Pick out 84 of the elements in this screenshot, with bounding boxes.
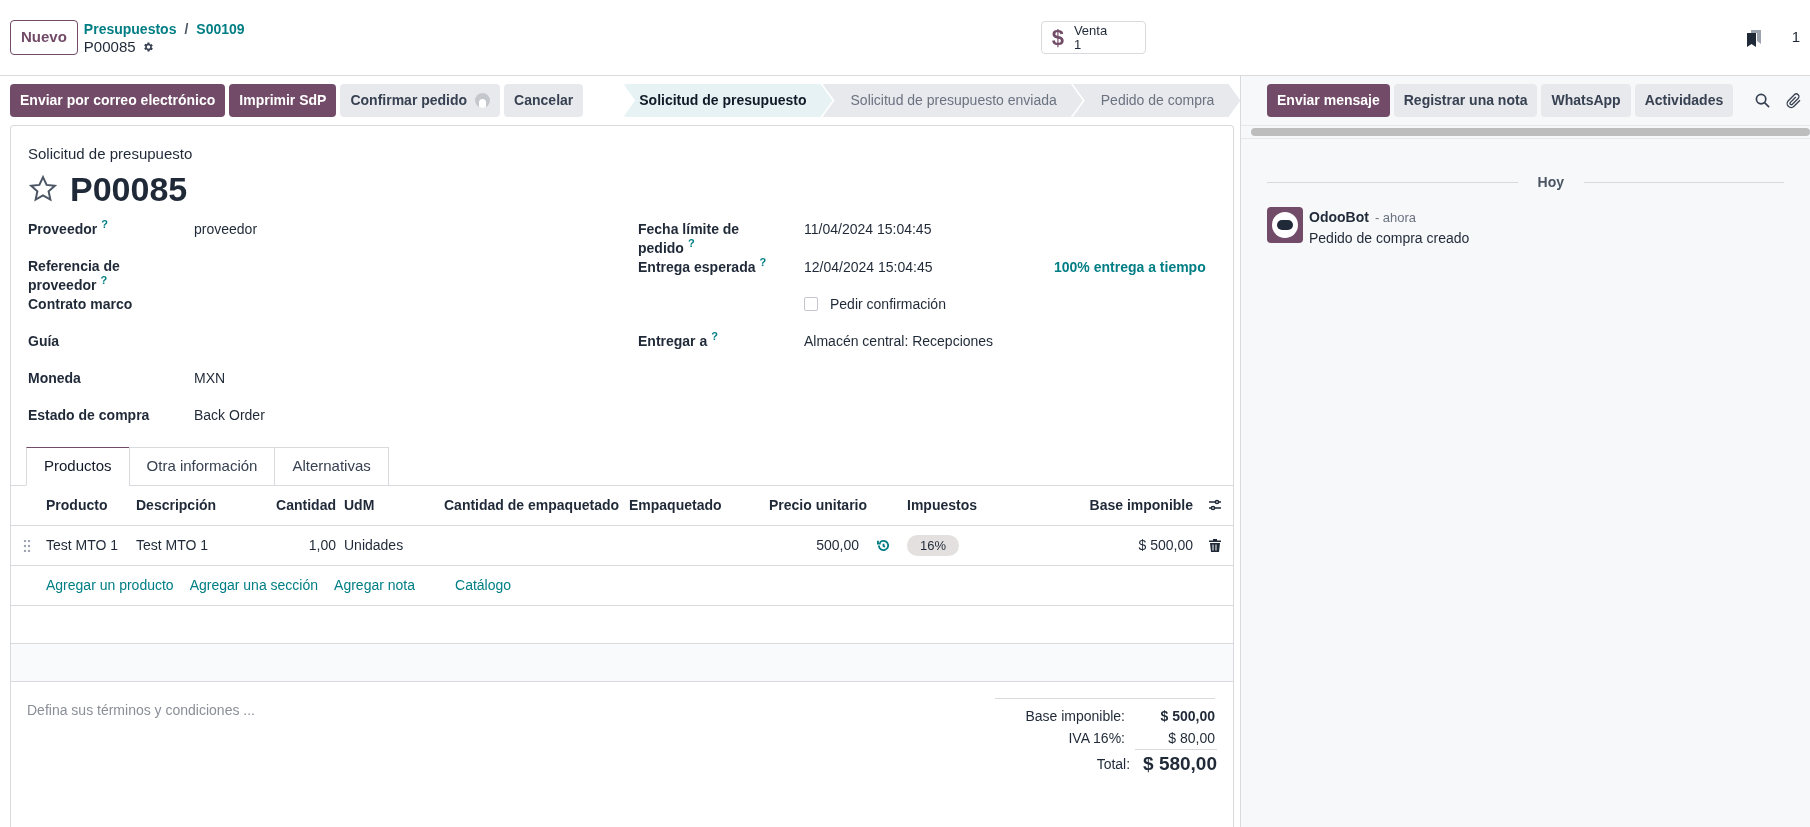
- form-subtitle: Solicitud de presupuesto: [28, 144, 194, 164]
- add-line-link[interactable]: Agregar una sección: [189, 575, 319, 596]
- total-label: IVA 16%:: [1068, 729, 1125, 748]
- action-button[interactable]: Enviar por correo electrónico: [10, 84, 226, 117]
- trash-icon[interactable]: [1209, 539, 1221, 552]
- field-value: proveedor: [194, 219, 258, 239]
- message-author: OdooBot: [1309, 208, 1369, 227]
- add-line-link[interactable]: Agregar un producto: [46, 575, 174, 596]
- total-value: $ 580,00: [1142, 752, 1217, 776]
- table-cell: 500,00: [816, 537, 859, 553]
- column-header[interactable]: UdM: [340, 485, 440, 526]
- column-header[interactable]: Producto: [42, 485, 132, 526]
- field-label: Entregar a $^{?}$: [638, 331, 719, 351]
- star-icon[interactable]: [28, 173, 58, 204]
- status-step[interactable]: Solicitud de presupuesto: [623, 84, 833, 117]
- column-header[interactable]: Impuestos: [903, 485, 1013, 526]
- action-button[interactable]: Cancelar: [504, 84, 584, 117]
- add-line-link[interactable]: Catálogo: [455, 575, 512, 596]
- new-button[interactable]: Nuevo: [10, 20, 78, 55]
- total-value: $ 80,00: [1167, 728, 1215, 748]
- column-header[interactable]: Cantidad de empaquetado: [440, 485, 625, 526]
- status-step[interactable]: Solicitud de presupuesto enviada: [822, 84, 1083, 117]
- field-label: Proveedor $^{?}$: [28, 219, 109, 239]
- column-settings-icon[interactable]: [1208, 498, 1222, 513]
- action-button[interactable]: Confirmar pedido: [340, 84, 501, 117]
- column-header[interactable]: Base imponible: [1013, 485, 1197, 526]
- breadcrumb-link[interactable]: Presupuestos: [83, 19, 177, 38]
- smart-button-count: 1: [1073, 37, 1083, 52]
- chatter-button[interactable]: WhatsApp: [1541, 84, 1631, 117]
- paperclip-icon[interactable]: [1786, 92, 1803, 109]
- field-label: Moneda: [28, 368, 82, 388]
- bot-avatar: [1267, 207, 1303, 243]
- chatter-button[interactable]: Actividades: [1634, 84, 1734, 117]
- field-value: 12/04/2024 15:04:45: [804, 257, 934, 277]
- action-button[interactable]: Imprimir SdP: [229, 84, 337, 117]
- table-cell: $ 500,00: [1138, 537, 1193, 553]
- tab[interactable]: Alternativas: [274, 446, 389, 486]
- field-label: Referencia de proveedor $^{?}$: [28, 256, 121, 295]
- tab[interactable]: Otra información: [128, 446, 276, 486]
- bookmark-icon[interactable]: [1745, 28, 1762, 47]
- table-cell: 1,00: [308, 537, 336, 553]
- tax-tag[interactable]: 16%: [907, 534, 960, 557]
- table-cell: Test MTO 1: [46, 537, 119, 553]
- field-value: 11/04/2024 15:04:45: [804, 219, 933, 239]
- field-value: MXN: [194, 368, 226, 388]
- pager-count: 1: [1791, 27, 1800, 48]
- record-name: P00085: [83, 37, 136, 56]
- history-icon[interactable]: [876, 539, 890, 552]
- chatter-button[interactable]: Registrar una nota: [1393, 84, 1538, 117]
- column-header[interactable]: Cantidad: [257, 485, 340, 526]
- add-line-link[interactable]: Agregar nota: [334, 575, 415, 596]
- column-header[interactable]: Empaquetado: [625, 485, 765, 526]
- breadcrumb-link[interactable]: S00109: [196, 19, 245, 38]
- chatter-button[interactable]: Enviar mensaje: [1267, 84, 1390, 117]
- date-separator: Hoy: [1536, 173, 1565, 192]
- field-value: Almacén central: Recepciones: [804, 331, 995, 351]
- field-label: Fecha límite de pedido $^{?}$: [638, 219, 741, 258]
- column-header[interactable]: Descripción: [132, 485, 257, 526]
- smart-button-label: Venta: [1073, 23, 1108, 38]
- record-title: P00085: [70, 168, 188, 210]
- checkbox-label: Pedir confirmación: [830, 294, 946, 314]
- message-body: Pedido de compra creado: [1309, 229, 1470, 248]
- message-time: - ahora: [1374, 209, 1417, 227]
- status-step[interactable]: Pedido de compra: [1072, 84, 1241, 117]
- dollar-icon: $: [1051, 26, 1064, 49]
- field-value: Back Order: [194, 405, 265, 425]
- breadcrumb-separator: /: [184, 19, 189, 38]
- drag-handle-icon[interactable]: [22, 539, 31, 552]
- search-icon[interactable]: [1755, 93, 1771, 108]
- table-cell: Test MTO 1: [136, 537, 209, 553]
- table-cell: Unidades: [344, 537, 404, 553]
- terms-field[interactable]: Defina sus términos y condiciones ...: [27, 700, 627, 721]
- tab[interactable]: Productos: [26, 446, 130, 486]
- total-label: Base imponible:: [1025, 707, 1125, 726]
- checkbox[interactable]: [804, 296, 818, 311]
- gear-icon[interactable]: [141, 40, 154, 53]
- field-label: Estado de compra: [28, 405, 151, 425]
- field-label: Entrega esperada $^{?}$: [638, 257, 768, 277]
- total-value: $ 500,00: [1159, 706, 1215, 726]
- on-time-link[interactable]: 100% entrega a tiempo: [1054, 257, 1206, 295]
- field-label: Contrato marco: [28, 294, 134, 314]
- scrollbar[interactable]: [1251, 128, 1810, 136]
- field-label: Guía: [28, 331, 61, 351]
- total-label: Total:: [1095, 755, 1131, 775]
